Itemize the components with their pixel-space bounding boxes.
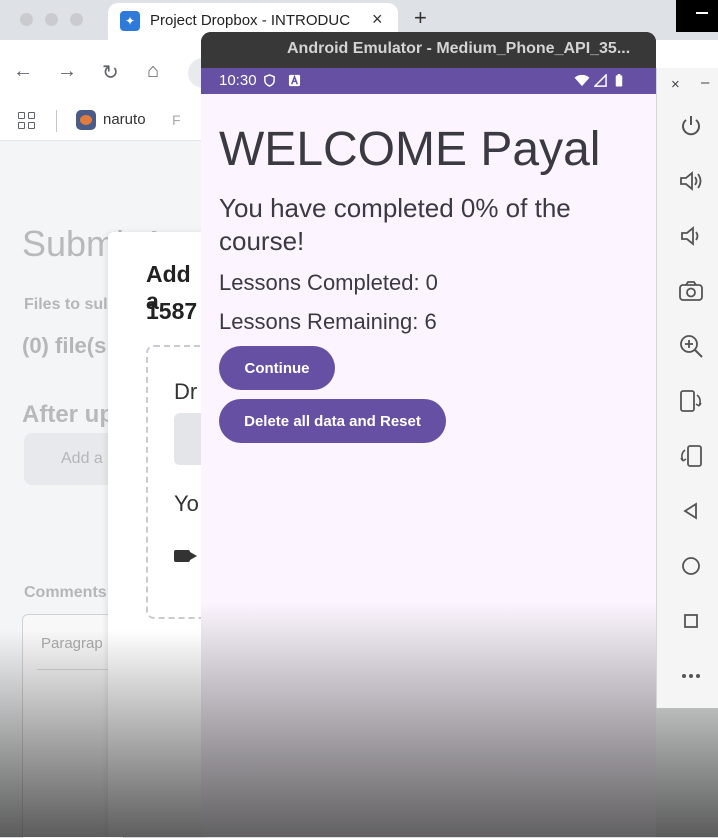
- signal-icon: [594, 74, 607, 87]
- android-status-bar: 10:30: [201, 68, 656, 94]
- android-emulator-window: Android Emulator - Medium_Phone_API_35..…: [201, 32, 656, 837]
- home-icon[interactable]: ⌂: [147, 60, 159, 83]
- forward-arrow-icon[interactable]: →: [57, 60, 77, 83]
- reset-button[interactable]: Delete all data and Reset: [219, 399, 446, 443]
- window-minimize-dot[interactable]: [45, 13, 58, 26]
- home-circle-icon[interactable]: [677, 552, 705, 580]
- tab-title: Project Dropbox - INTRODUC: [150, 12, 351, 29]
- battery-icon: [615, 74, 623, 87]
- drop-zone-subtext: Yo: [174, 491, 199, 516]
- window-control-minimize-icon[interactable]: [676, 0, 718, 32]
- bookmark-naruto[interactable]: naruto: [103, 111, 146, 128]
- notification-a-icon: [288, 74, 301, 87]
- emulator-side-toolbar: × –: [656, 68, 718, 708]
- site-favicon-icon: ✦: [120, 11, 140, 31]
- volume-up-icon[interactable]: [677, 167, 705, 195]
- modal-number: 1587: [146, 298, 198, 324]
- lessons-remaining: Lessons Remaining: 6: [219, 309, 437, 334]
- toolbar-minimize-icon[interactable]: –: [701, 74, 709, 91]
- lessons-completed: Lessons Completed: 0: [219, 270, 438, 295]
- emulator-title-bar[interactable]: Android Emulator - Medium_Phone_API_35..…: [201, 32, 656, 68]
- new-tab-button[interactable]: +: [414, 5, 427, 31]
- add-button-label: Add a: [61, 450, 103, 467]
- apps-grid-icon[interactable]: [18, 112, 36, 130]
- status-time: 10:30: [219, 72, 257, 89]
- window-zoom-dot[interactable]: [70, 13, 83, 26]
- rotate-right-icon[interactable]: [677, 442, 705, 470]
- rotate-left-icon[interactable]: [677, 387, 705, 415]
- emulator-title: Android Emulator - Medium_Phone_API_35..…: [287, 40, 631, 57]
- welcome-heading: WELCOME Payal: [219, 123, 601, 176]
- toolbar-close-icon[interactable]: ×: [671, 76, 680, 93]
- zoom-icon[interactable]: [677, 332, 705, 360]
- progress-text: You have completed 0% of the course!: [219, 193, 571, 256]
- back-arrow-icon[interactable]: ←: [13, 60, 33, 83]
- upload-modal: Add a 1587 Dr Yo: [108, 232, 218, 837]
- files-count: (0) file(s: [22, 333, 107, 358]
- continue-button[interactable]: Continue: [219, 346, 335, 390]
- bookmark-second[interactable]: F: [172, 112, 181, 128]
- back-icon[interactable]: [677, 497, 705, 525]
- reload-icon[interactable]: ↻: [102, 60, 119, 85]
- bookmark-separator: [56, 110, 57, 132]
- video-camera-icon[interactable]: [174, 550, 197, 562]
- after-upload-heading: After up: [22, 401, 114, 428]
- camera-icon[interactable]: [677, 277, 705, 305]
- window-close-dot[interactable]: [20, 13, 33, 26]
- volume-down-icon[interactable]: [677, 222, 705, 250]
- more-icon[interactable]: [677, 662, 705, 690]
- drop-zone-text: Dr: [174, 379, 198, 404]
- editor-paragraph-label: Paragrap: [41, 635, 103, 652]
- power-icon[interactable]: [677, 112, 705, 140]
- app-screen: WELCOME Payal You have completed 0% of t…: [201, 94, 656, 837]
- wifi-icon: [574, 74, 590, 87]
- overview-icon[interactable]: [677, 607, 705, 635]
- naruto-bookmark-icon: [76, 110, 96, 130]
- tab-close-icon[interactable]: ×: [372, 9, 383, 30]
- files-label: Files to sul: [24, 296, 108, 313]
- comments-label: Comments: [24, 584, 107, 601]
- shield-icon: [264, 74, 275, 87]
